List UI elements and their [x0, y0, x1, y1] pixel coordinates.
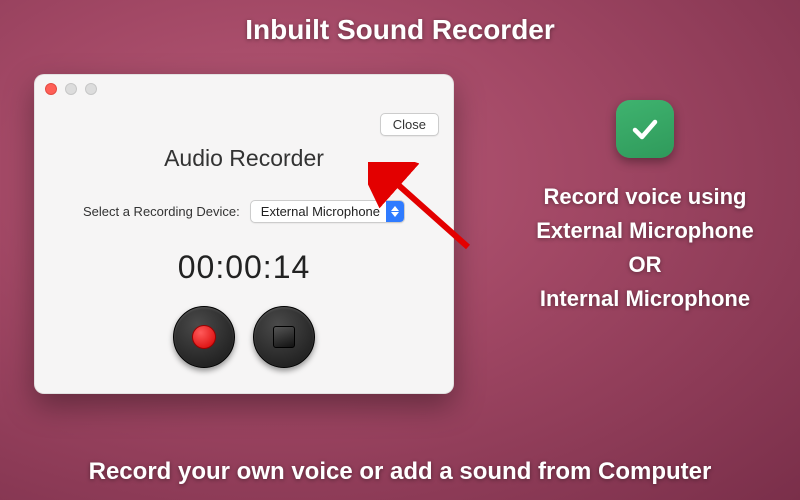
select-stepper-icon	[386, 201, 404, 222]
device-select-value: External Microphone	[261, 204, 386, 219]
device-select[interactable]: External Microphone	[250, 200, 405, 223]
page-headline: Inbuilt Sound Recorder	[0, 14, 800, 46]
traffic-light-zoom-icon[interactable]	[85, 83, 97, 95]
window-titlebar	[35, 75, 453, 103]
feature-text: Record voice using External Microphone O…	[510, 180, 780, 316]
page-footline: Record your own voice or add a sound fro…	[0, 458, 800, 486]
device-row: Select a Recording Device: External Micr…	[35, 200, 453, 223]
stop-icon	[273, 326, 295, 348]
feature-block: Record voice using External Microphone O…	[510, 100, 780, 316]
device-label: Select a Recording Device:	[83, 204, 240, 219]
window-title: Audio Recorder	[35, 145, 453, 172]
feature-line: OR	[510, 248, 780, 282]
feature-line: Record voice using	[510, 180, 780, 214]
traffic-light-minimize-icon[interactable]	[65, 83, 77, 95]
close-button[interactable]: Close	[380, 113, 439, 136]
record-icon	[192, 325, 216, 349]
recording-timer: 00:00:14	[35, 249, 453, 286]
feature-line: External Microphone	[510, 214, 780, 248]
transport-controls	[35, 306, 453, 368]
traffic-light-close-icon[interactable]	[45, 83, 57, 95]
checkmark-badge-icon	[616, 100, 674, 158]
feature-line: Internal Microphone	[510, 282, 780, 316]
audio-recorder-window: Close Audio Recorder Select a Recording …	[34, 74, 454, 394]
record-button[interactable]	[173, 306, 235, 368]
stop-button[interactable]	[253, 306, 315, 368]
